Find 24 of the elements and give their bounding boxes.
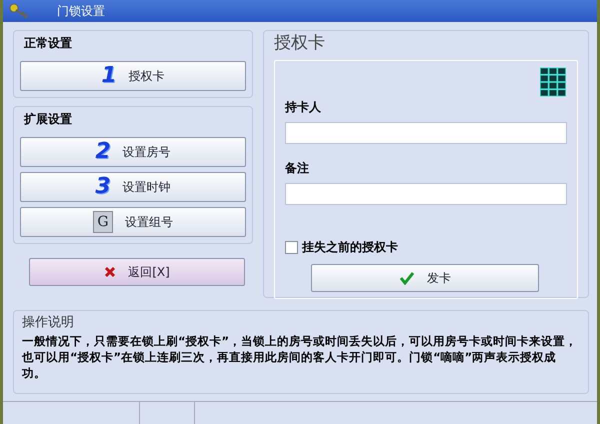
menu-button[interactable]: 1 授权卡 [20, 61, 246, 91]
number-label: 3 [95, 176, 111, 198]
menu-button[interactable]: 3 设置时钟 [20, 172, 246, 202]
field-label: 持卡人 [285, 99, 322, 116]
instructions-text: 一般情况下，只需要在锁上刷“授权卡”，当锁上的房号或时间丢失以后，可以用房号卡或时间卡来设置，也可以用“授权卡”在锁上连刷三次，再直接用此房间的客人卡开门即可。门锁“嘀嘀”两声表示授权成功。 [22, 333, 578, 381]
number-label: 2 [95, 141, 111, 163]
menu-button[interactable]: G 设置组号 [20, 207, 246, 237]
checkbox[interactable] [285, 241, 298, 254]
check-icon [399, 271, 415, 285]
input-field[interactable] [285, 122, 567, 144]
back-button[interactable]: 返回[X] [29, 258, 245, 286]
number-label: 1 [101, 65, 117, 87]
close-icon [104, 266, 116, 278]
letter-tile-icon: G [93, 211, 113, 233]
keypad-icon[interactable] [539, 67, 567, 97]
window-title: 门锁设置 [57, 2, 105, 20]
input-field[interactable] [285, 183, 567, 205]
field-label: 备注 [285, 160, 310, 177]
panel-title: 授权卡 [274, 32, 326, 54]
menu-button[interactable]: 2 设置房号 [20, 137, 246, 167]
group-title: 正常设置 [24, 35, 73, 52]
checkbox-label: 挂失之前的授权卡 [302, 239, 398, 256]
group-title: 扩展设置 [24, 111, 73, 128]
issue-card-button[interactable]: 发卡 [311, 264, 539, 292]
